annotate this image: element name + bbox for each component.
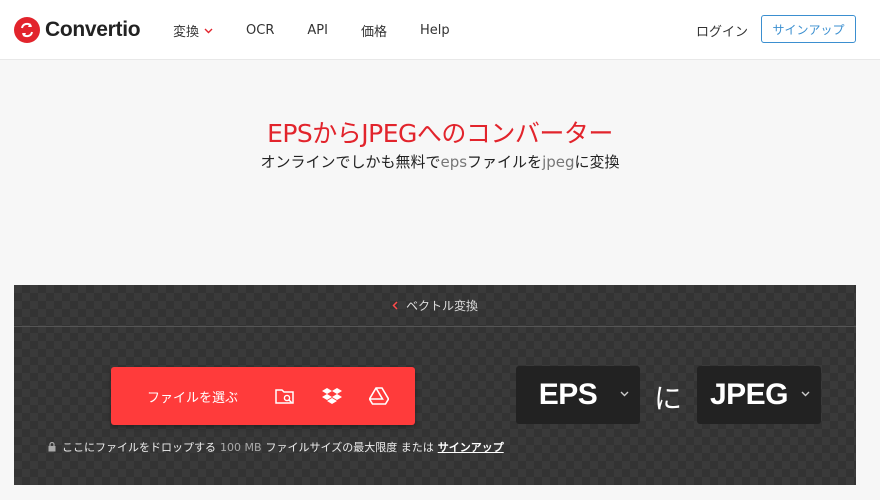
- converter-panel: ベクトル変換 ファイルを選ぶ ここにファイルをドロップする 100 MB ファイ…: [14, 285, 856, 485]
- target-format-value: JPEG: [709, 378, 789, 411]
- target-format-select[interactable]: JPEG: [697, 366, 821, 424]
- chevron-down-icon: [620, 391, 629, 397]
- nav-help[interactable]: Help: [420, 23, 450, 38]
- top-header: Convertio 変換 OCR API 価格 Help ログイン サインアップ: [0, 0, 880, 60]
- main-nav: 変換 OCR API 価格 Help: [173, 0, 483, 60]
- nav-pricing-label: 価格: [360, 24, 387, 40]
- nav-pricing[interactable]: 価格: [361, 21, 387, 40]
- subtitle-middle: ファイルを: [467, 153, 543, 171]
- dropbox-icon[interactable]: [321, 385, 343, 407]
- chevron-left-icon: [392, 301, 398, 310]
- source-format-value: EPS: [538, 378, 598, 411]
- subtitle-target-format: jpeg: [542, 153, 575, 171]
- nav-convert-label: 変換: [173, 24, 200, 40]
- choose-files-label[interactable]: ファイルを選ぶ: [147, 387, 238, 406]
- nav-ocr[interactable]: OCR: [246, 23, 274, 38]
- page-subtitle: オンラインでしかも無料でepsファイルをjpegに変換: [0, 151, 880, 172]
- login-link[interactable]: ログイン: [696, 21, 748, 40]
- google-drive-icon[interactable]: [368, 385, 390, 407]
- convertio-logo-icon: [14, 17, 40, 43]
- signup-link[interactable]: サインアップ: [438, 439, 504, 455]
- drop-files-note: ここにファイルをドロップする 100 MB ファイルサイズの最大限度 または サ…: [48, 439, 504, 455]
- nav-help-label: Help: [419, 22, 450, 38]
- page-title: EPSからJPEGへのコンバーター: [267, 119, 613, 148]
- nav-api-label: API: [307, 22, 328, 38]
- back-to-vector-link[interactable]: ベクトル変換: [392, 297, 478, 314]
- subtitle-suffix: に変換: [574, 153, 620, 171]
- folder-search-icon[interactable]: [274, 385, 296, 407]
- nav-api[interactable]: API: [307, 23, 328, 38]
- source-format-select[interactable]: EPS: [516, 366, 640, 424]
- drop-note-text: ここにファイルをドロップする: [62, 441, 216, 454]
- back-link-label: ベクトル変換: [405, 299, 478, 313]
- brand-logo[interactable]: Convertio: [14, 16, 141, 44]
- chevron-down-icon: [204, 23, 213, 38]
- lock-icon: [48, 442, 56, 452]
- subtitle-source-format: eps: [440, 153, 468, 171]
- nav-convert[interactable]: 変換: [173, 21, 213, 40]
- signup-button[interactable]: サインアップ: [761, 15, 856, 43]
- to-label: に: [654, 382, 683, 415]
- nav-ocr-label: OCR: [246, 22, 275, 38]
- panel-topbar: ベクトル変換: [14, 285, 856, 327]
- choose-files-button[interactable]: ファイルを選ぶ: [111, 367, 415, 425]
- brand-name: Convertio: [45, 18, 141, 41]
- drop-note-size: 100 MB: [220, 440, 262, 454]
- chevron-down-icon: [801, 391, 810, 397]
- subtitle-prefix: オンラインでしかも無料で: [260, 153, 441, 171]
- drop-note-limit: ファイルサイズの最大限度 または: [265, 441, 434, 454]
